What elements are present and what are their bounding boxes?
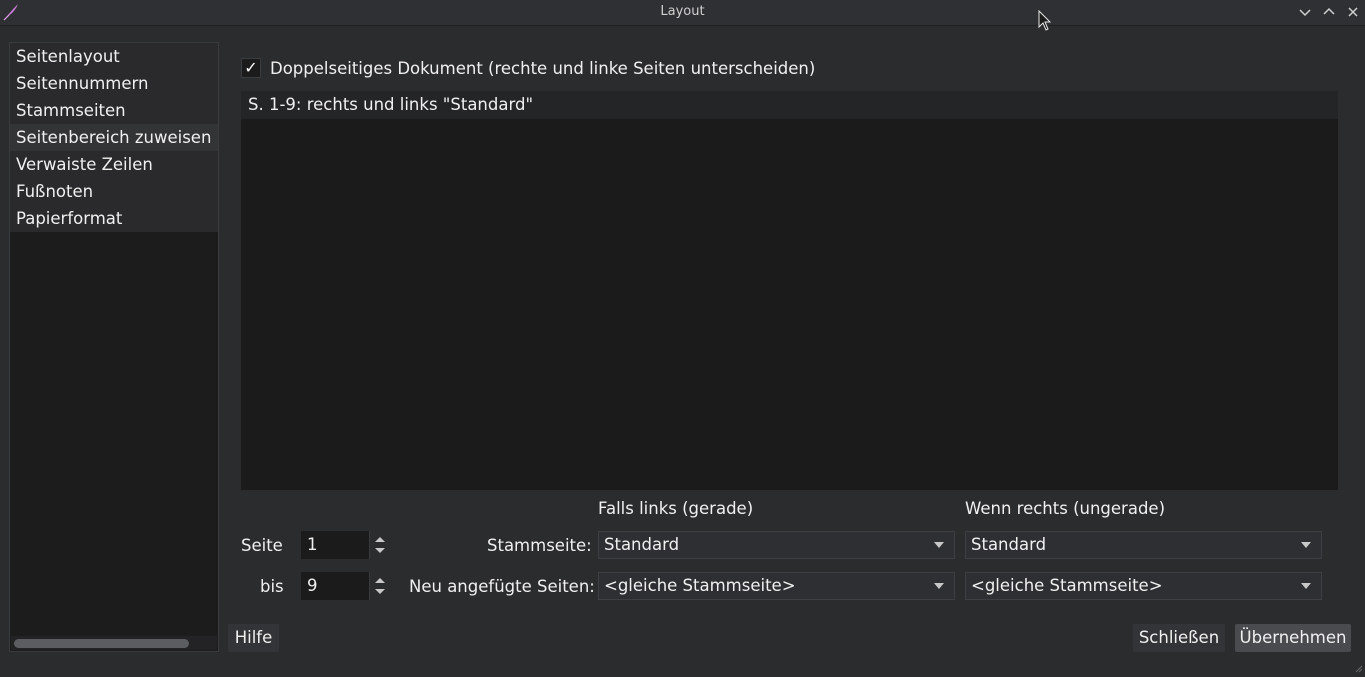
left-master-page-combo[interactable]: Standard	[598, 531, 955, 559]
close-icon	[1345, 4, 1361, 20]
close-window-button[interactable]	[1345, 4, 1361, 20]
right-appended-pages-value[interactable]: <gleiche Stammseite>	[971, 573, 1163, 599]
left-appended-pages-combo[interactable]: <gleiche Stammseite>	[598, 572, 955, 600]
page-from-value[interactable]: 1	[307, 531, 318, 559]
sidebar-item-papierformat[interactable]: Papierformat	[10, 205, 218, 232]
sidebar-item-verwaiste-zeilen[interactable]: Verwaiste Zeilen	[10, 151, 218, 178]
sidebar-item-seitenbereich-zuweisen[interactable]: Seitenbereich zuweisen	[10, 124, 218, 151]
page-to-spinbox[interactable]: 9	[301, 572, 390, 600]
chevron-down-icon	[1300, 541, 1312, 549]
double-sided-label[interactable]: Doppelseitiges Dokument (rechte und link…	[270, 57, 815, 81]
minimize-button[interactable]	[1297, 4, 1313, 20]
window-title: Layout	[0, 4, 1365, 19]
sidebar-horizontal-scrollbar[interactable]	[11, 636, 217, 650]
scrollbar-thumb[interactable]	[14, 639, 189, 648]
sidebar-item-seitenlayout[interactable]: Seitenlayout	[10, 43, 218, 70]
list-item[interactable]: S. 1-9: rechts und links "Standard"	[241, 91, 1338, 119]
page-from-label: Seite	[241, 535, 283, 557]
spin-down-icon	[374, 587, 386, 597]
page-to-label: bis	[260, 576, 284, 598]
sidebar-item-seitennummern[interactable]: Seitennummern	[10, 70, 218, 97]
maximize-button[interactable]	[1321, 4, 1337, 20]
right-master-page-combo[interactable]: Standard	[965, 531, 1322, 559]
chevron-down-icon	[933, 582, 945, 590]
help-button[interactable]: Hilfe	[228, 624, 279, 652]
resize-grip-icon[interactable]	[1355, 658, 1363, 666]
chevron-up-icon	[1321, 4, 1337, 20]
page-range-list[interactable]: S. 1-9: rechts und links "Standard"	[241, 91, 1338, 490]
double-sided-checkbox[interactable]: ✓	[241, 58, 261, 78]
sidebar-item-stammseiten[interactable]: Stammseiten	[10, 97, 218, 124]
chevron-down-icon	[1297, 4, 1313, 20]
left-master-page-value[interactable]: Standard	[604, 532, 679, 558]
right-page-header: Wenn rechts (ungerade)	[965, 499, 1165, 518]
spin-down-icon	[374, 546, 386, 556]
sidebar-list: Seitenlayout Seitennummern Stammseiten S…	[10, 43, 218, 232]
mouse-cursor-icon	[1038, 10, 1052, 32]
sidebar-item-fussnoten[interactable]: Fußnoten	[10, 178, 218, 205]
left-page-header: Falls links (gerade)	[598, 499, 753, 518]
apply-button[interactable]: Übernehmen	[1235, 624, 1351, 652]
page-from-spinbox[interactable]: 1	[301, 531, 390, 559]
page-to-value[interactable]: 9	[307, 572, 318, 600]
chevron-down-icon	[933, 541, 945, 549]
master-page-label: Stammseite:	[487, 535, 592, 557]
close-button[interactable]: Schließen	[1133, 624, 1225, 652]
right-master-page-value[interactable]: Standard	[971, 532, 1046, 558]
spin-arrows[interactable]	[369, 572, 390, 600]
right-appended-pages-combo[interactable]: <gleiche Stammseite>	[965, 572, 1322, 600]
appended-pages-label: Neu angefügte Seiten:	[409, 576, 595, 598]
chevron-down-icon	[1300, 582, 1312, 590]
spin-up-icon	[374, 575, 386, 585]
spin-arrows[interactable]	[369, 531, 390, 559]
sidebar: Seitenlayout Seitennummern Stammseiten S…	[9, 42, 219, 652]
spin-up-icon	[374, 534, 386, 544]
title-bar[interactable]: Layout	[0, 0, 1365, 26]
left-appended-pages-value[interactable]: <gleiche Stammseite>	[604, 573, 796, 599]
